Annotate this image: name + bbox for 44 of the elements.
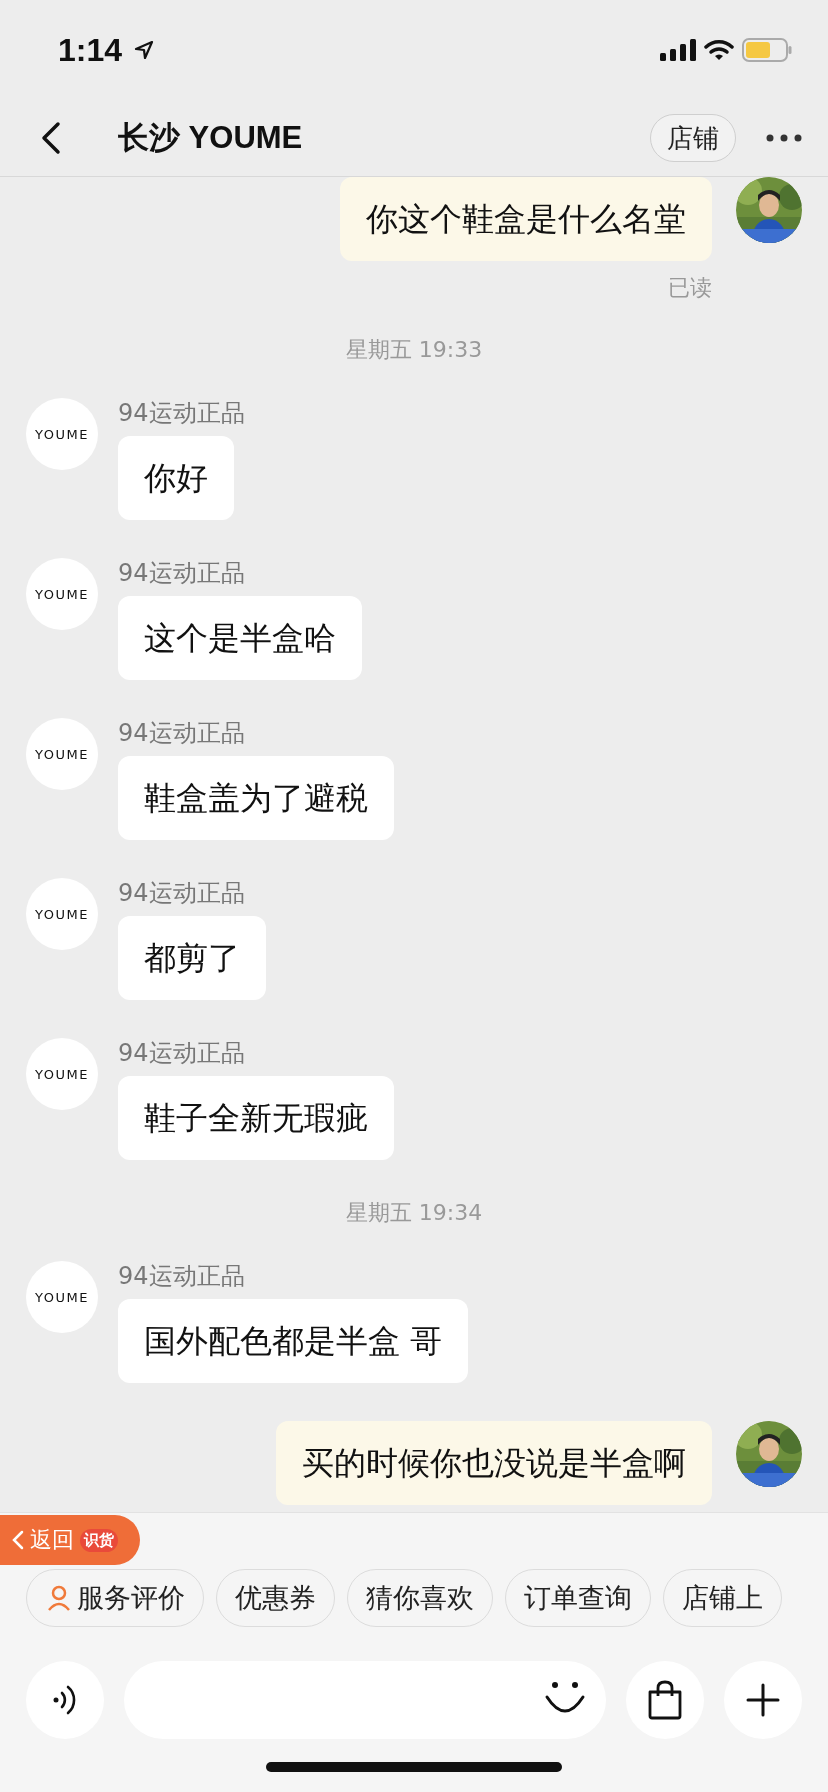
message-bubble: 你好 xyxy=(118,436,234,520)
location-arrow-icon xyxy=(134,40,155,60)
message-bubble: 你这个鞋盒是什么名堂 xyxy=(340,177,712,261)
back-icon[interactable] xyxy=(40,121,62,155)
message-bubble: 国外配色都是半盒 哥 xyxy=(118,1299,469,1383)
sender-name: 94运动正品 xyxy=(118,718,246,748)
return-label: 返回 xyxy=(30,1526,74,1554)
sender-name: 94运动正品 xyxy=(118,398,245,428)
quick-reply-chip[interactable]: 猜你喜欢 xyxy=(347,1569,493,1627)
shop-avatar: YOUME xyxy=(26,718,98,790)
message-bubble: 买的时候你也没说是半盒啊 xyxy=(276,1421,712,1505)
shop-avatar: YOUME xyxy=(26,398,98,470)
sender-name: 94运动正品 xyxy=(118,558,246,588)
return-banner[interactable]: 返回 识货 xyxy=(0,1515,140,1565)
quick-reply-chip[interactable]: 服务评价 xyxy=(26,1569,204,1627)
shopping-bag-icon xyxy=(646,1680,684,1720)
signal-icon xyxy=(660,39,696,61)
read-receipt: 已读 xyxy=(668,274,712,302)
message-bubble: 鞋盒盖为了避税 xyxy=(118,756,394,840)
timestamp: 星期五 19:33 xyxy=(345,336,483,364)
service-icon xyxy=(45,1584,73,1612)
wifi-icon xyxy=(704,39,734,61)
message-bubble: 都剪了 xyxy=(118,916,266,1000)
shop-avatar: YOUME xyxy=(26,1261,98,1333)
sender-name: 94运动正品 xyxy=(118,1261,246,1291)
sender-name: 94运动正品 xyxy=(118,878,246,908)
more-icon[interactable] xyxy=(766,134,802,142)
shop-avatar: YOUME xyxy=(26,1038,98,1110)
quick-reply-chip[interactable]: 优惠券 xyxy=(216,1569,335,1627)
timestamp: 星期五 19:34 xyxy=(345,1199,483,1227)
quick-reply-chip[interactable]: 店铺上 xyxy=(663,1569,782,1627)
back-icon xyxy=(12,1530,24,1550)
shop-avatar: YOUME xyxy=(26,878,98,950)
message-bubble: 这个是半盒哈 xyxy=(118,596,362,680)
shop-button[interactable]: 店铺 xyxy=(650,114,736,162)
quick-reply-chip[interactable]: 订单查询 xyxy=(505,1569,651,1627)
sender-name: 94运动正品 xyxy=(118,1038,246,1068)
message-bubble: 鞋子全新无瑕疵 xyxy=(118,1076,394,1160)
plus-icon xyxy=(746,1683,780,1717)
app-badge: 识货 xyxy=(80,1528,118,1552)
chat-title: 长沙 YOUME xyxy=(118,119,303,157)
shop-avatar: YOUME xyxy=(26,558,98,630)
battery-icon xyxy=(742,38,792,62)
status-time: 1:14 xyxy=(58,31,123,69)
